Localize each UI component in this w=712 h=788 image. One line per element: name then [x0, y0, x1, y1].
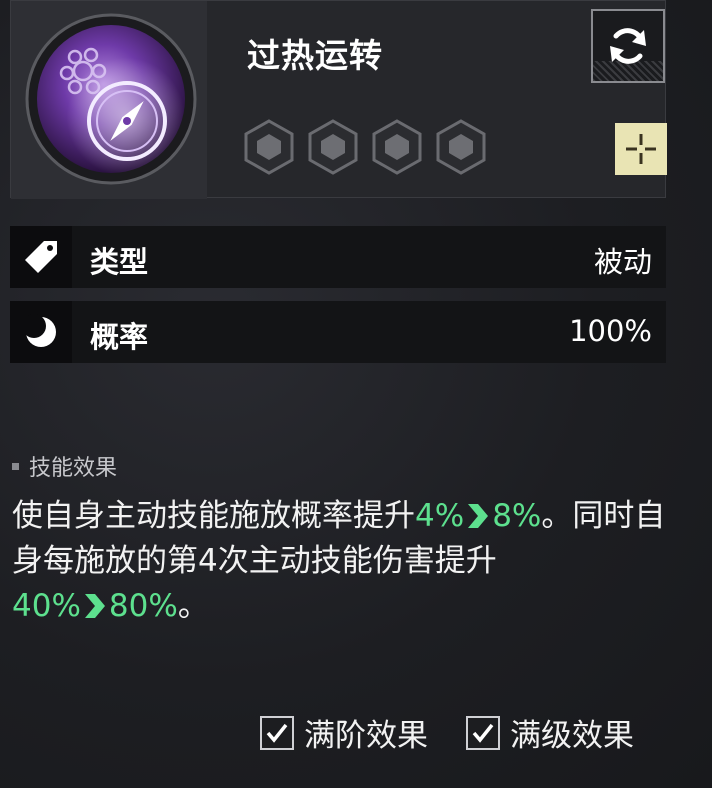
tag-icon: [25, 241, 57, 273]
upgrade-arrow-icon: [468, 504, 489, 528]
add-gem-button[interactable]: [615, 123, 667, 175]
stat-value-chance: 100%: [569, 314, 652, 348]
crosshair-plus-icon: [626, 134, 656, 164]
full-level-label: 满级效果: [510, 718, 634, 754]
stat-icon-box: [10, 301, 72, 363]
refresh-icon: [610, 28, 646, 64]
checkmark-icon: [266, 723, 288, 743]
upgrade-arrow-icon: [84, 594, 105, 618]
gem-slot-icon[interactable]: [371, 119, 423, 175]
moon-icon: [22, 314, 56, 347]
effect-value-from: 40%: [12, 588, 81, 624]
skill-name: 过热运转: [247, 36, 383, 75]
effect-toggles: 满阶效果 满级效果: [260, 710, 634, 755]
stat-icon-box: [10, 226, 72, 288]
full-rank-label: 满阶效果: [304, 718, 428, 754]
stat-label-chance: 概率: [90, 320, 149, 354]
full-rank-toggle[interactable]: 满阶效果: [260, 710, 428, 755]
checkmark-icon: [472, 723, 494, 743]
effect-line2-suffix: 。: [177, 588, 209, 624]
gem-slot-icon[interactable]: [435, 119, 487, 175]
effect-line1-prefix: 使自身主动技能施放概率提升: [12, 498, 415, 534]
skill-icon-panel: [11, 1, 207, 199]
gem-slot-icon[interactable]: [243, 119, 295, 175]
gem-slot-icon[interactable]: [307, 119, 359, 175]
effect-value-from: 4%: [415, 498, 465, 534]
effect-title-text: 技能效果: [29, 456, 118, 481]
effect-value-to: 80%: [108, 588, 178, 624]
effect-value-to: 8%: [492, 498, 542, 534]
full-rank-checkbox[interactable]: [260, 715, 294, 750]
stat-label-type: 类型: [90, 245, 149, 279]
stat-value-type: 被动: [593, 245, 652, 279]
refresh-button[interactable]: [591, 9, 665, 83]
stat-row-chance: 概率 100%: [10, 301, 666, 363]
full-level-toggle[interactable]: 满级效果: [466, 710, 634, 755]
compass-gear-icon: [25, 13, 197, 185]
skill-header-card: 过热运转: [10, 0, 667, 199]
full-level-checkbox[interactable]: [466, 715, 500, 750]
effect-description: 使自身主动技能施放概率提升4% 8%。同时自身每施放的第4次主动技能伤害提升 40%…: [12, 494, 692, 629]
section-bullet: [12, 462, 19, 470]
effect-section-title: 技能效果: [12, 450, 117, 482]
gem-slots: [243, 119, 487, 175]
stat-row-type: 类型 被动: [10, 226, 666, 288]
